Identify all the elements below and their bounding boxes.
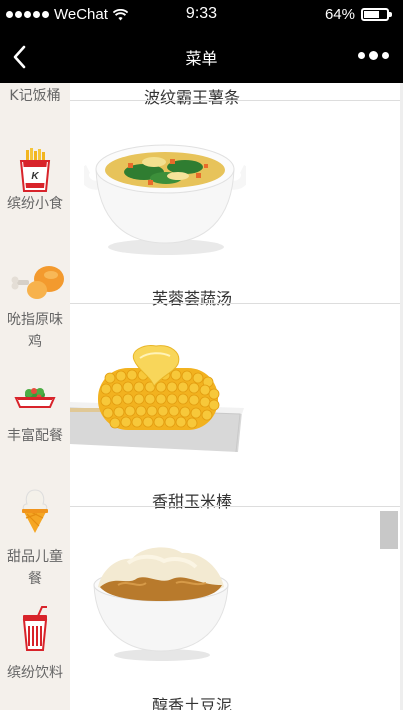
- side-dish-icon: [14, 388, 56, 408]
- sidebar-item-label: 甜品儿童餐: [7, 549, 63, 587]
- category-sidebar: K记饭桶 K 缤纷小食 吮指原味鸡 丰富配餐 甜品儿童餐 缤纷饮料: [0, 83, 70, 710]
- battery-percent: 64%: [324, 6, 355, 23]
- chicken-drumstick-icon: [11, 266, 64, 299]
- menu-item[interactable]: 香甜玉米棒: [70, 304, 403, 511]
- sidebar-item-label: 吮指原味鸡: [7, 312, 63, 350]
- battery-icon: [361, 8, 392, 21]
- scrollbar[interactable]: [380, 511, 398, 549]
- corn-on-cob-plate: [70, 345, 244, 453]
- menu-item[interactable]: 芙蓉荟蔬汤: [70, 101, 403, 308]
- menu-list: 波纹霸王薯条 芙蓉荟蔬汤 香甜玉米棒 醇香土豆泥: [70, 83, 403, 710]
- sidebar-item-label: 缤纷饮料: [7, 665, 63, 681]
- fries-bucket-icon: K: [19, 148, 51, 192]
- ice-cream-cone-icon: [22, 489, 48, 533]
- sidebar-item-label: 丰富配餐: [7, 428, 63, 444]
- menu-item[interactable]: 醇香土豆泥: [70, 507, 403, 710]
- sidebar-item-original-chicken[interactable]: 吮指原味鸡: [0, 263, 70, 353]
- drink-cup-icon: [22, 606, 48, 651]
- battery-fill: [364, 11, 380, 18]
- nav-bar: 菜单: [0, 31, 403, 83]
- mashed-potato-bowl: [93, 547, 229, 661]
- status-right: 64%: [324, 6, 392, 23]
- sidebar-item-snacks[interactable]: K 缤纷小食: [0, 147, 70, 215]
- more-dots-icon[interactable]: [358, 51, 389, 60]
- status-bar: WeChat 9:33 64%: [0, 0, 403, 31]
- svg-text:K: K: [31, 171, 39, 182]
- page-title: 菜单: [185, 49, 218, 68]
- menu-item[interactable]: 波纹霸王薯条: [70, 83, 403, 107]
- menu-item-name: 醇香土豆泥: [151, 696, 232, 710]
- sidebar-item-label: K记饭桶: [9, 88, 61, 104]
- vegetable-soup-bowl: [84, 144, 246, 255]
- app-screen: WeChat 9:33 64% 菜单 K记饭桶 K 缤纷小食 吮指原味鸡 丰富配…: [0, 0, 403, 710]
- sidebar-item-rice-bucket[interactable]: K记饭桶: [0, 85, 70, 107]
- sidebar-item-desserts-kids[interactable]: 甜品儿童餐: [0, 488, 70, 590]
- sidebar-item-label: 缤纷小食: [7, 196, 63, 212]
- sidebar-item-side-dishes[interactable]: 丰富配餐: [0, 383, 70, 447]
- sidebar-item-drinks[interactable]: 缤纷饮料: [0, 606, 70, 684]
